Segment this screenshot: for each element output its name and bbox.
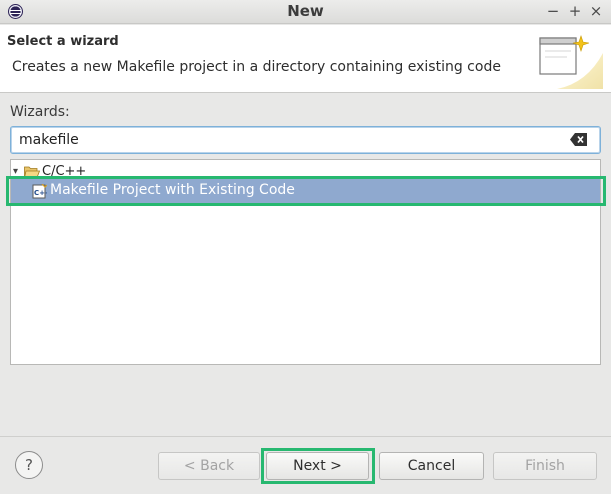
wizards-label: Wizards: [10, 104, 70, 120]
page-description: Creates a new Makefile project in a dire… [12, 59, 501, 75]
clear-text-icon[interactable] [570, 133, 587, 146]
new-wizard-icon [539, 35, 603, 89]
tree-category-label: C/C++ [42, 164, 87, 179]
title-bar: New − + × [0, 0, 611, 24]
footer-separator [0, 436, 611, 437]
folder-open-icon [24, 166, 40, 178]
finish-button[interactable]: Finish [493, 452, 597, 480]
svg-text:C++: C++ [34, 189, 47, 197]
next-button[interactable]: Next > [266, 452, 369, 480]
makefile-project-icon: C++ [32, 184, 47, 199]
wizard-filter-input[interactable] [10, 126, 601, 154]
back-button[interactable]: < Back [158, 452, 260, 480]
window-title: New [287, 2, 324, 20]
page-title: Select a wizard [7, 34, 119, 49]
tree-item-makefile-existing-code[interactable]: C++ Makefile Project with Existing Code [11, 179, 600, 203]
help-icon: ? [25, 456, 33, 474]
cancel-button[interactable]: Cancel [379, 452, 484, 480]
maximize-button[interactable]: + [566, 2, 584, 20]
help-button[interactable]: ? [15, 451, 43, 479]
wizard-tree[interactable]: ▾ C/C++ C++ Makefile Project with Existi… [10, 159, 601, 365]
minimize-button[interactable]: − [544, 2, 562, 20]
wizard-header: Select a wizard Creates a new Makefile p… [0, 25, 611, 93]
close-button[interactable]: × [587, 2, 605, 20]
tree-item-label: Makefile Project with Existing Code [50, 182, 295, 198]
